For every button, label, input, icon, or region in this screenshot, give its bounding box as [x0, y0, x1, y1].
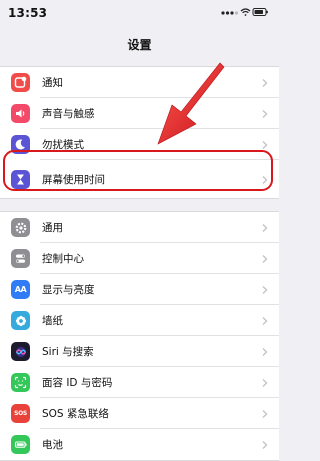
sounds-icon: [11, 104, 30, 123]
settings-row-label: 通知: [42, 77, 63, 89]
settings-row-label: 显示与亮度: [42, 284, 95, 296]
settings-row-label: 控制中心: [42, 253, 84, 265]
settings-group-2: 通用 控制中心 AA 显示与亮度 墙纸 Siri 与搜索 面容 ID 与密码 S…: [0, 211, 279, 461]
settings-row-notifications[interactable]: 通知: [0, 67, 279, 98]
face-id-icon: [11, 373, 30, 392]
settings-row-battery[interactable]: 电池: [0, 429, 279, 460]
settings-row-face-id[interactable]: 面容 ID 与密码: [0, 367, 279, 398]
chevron-right-icon: [262, 141, 268, 149]
settings-row-general[interactable]: 通用: [0, 212, 279, 243]
settings-row-siri[interactable]: Siri 与搜索: [0, 336, 279, 367]
settings-row-label: Siri 与搜索: [42, 346, 94, 358]
notifications-icon: [11, 73, 30, 92]
settings-row-label: 墙纸: [42, 315, 63, 327]
chevron-right-icon: [262, 255, 268, 263]
gear-icon: [11, 218, 30, 237]
chevron-right-icon: [262, 410, 268, 418]
chevron-right-icon: [262, 110, 268, 118]
chevron-right-icon: [262, 286, 268, 294]
sos-icon-text: SOS: [14, 410, 27, 417]
wifi-icon: [240, 8, 251, 16]
page-title: 设置: [127, 38, 152, 52]
highlight-box: [3, 150, 273, 191]
status-bar: 13:53: [0, 0, 279, 26]
control-center-icon: [11, 249, 30, 268]
settings-row-emergency-sos[interactable]: SOS SOS 紧急联络: [0, 398, 279, 429]
settings-row-wallpaper[interactable]: 墙纸: [0, 305, 279, 336]
display-icon-text: AA: [14, 285, 27, 294]
settings-row-label: 电池: [42, 439, 63, 451]
chevron-right-icon: [262, 317, 268, 325]
siri-icon: [11, 342, 30, 361]
display-icon: AA: [11, 280, 30, 299]
settings-row-label: 通用: [42, 222, 63, 234]
settings-row-sounds[interactable]: 声音与触感: [0, 98, 279, 129]
chevron-right-icon: [262, 379, 268, 387]
signal-icon: [221, 11, 239, 15]
settings-row-control-center[interactable]: 控制中心: [0, 243, 279, 274]
chevron-right-icon: [262, 79, 268, 87]
battery-status-icon: [252, 8, 268, 16]
settings-row-display[interactable]: AA 显示与亮度: [0, 274, 279, 305]
settings-row-label: SOS 紧急联络: [42, 408, 109, 420]
status-time: 13:53: [8, 6, 48, 20]
chevron-right-icon: [262, 441, 268, 449]
settings-row-label: 面容 ID 与密码: [42, 377, 113, 389]
wallpaper-icon: [11, 311, 30, 330]
sos-icon: SOS: [11, 404, 30, 423]
chevron-right-icon: [262, 224, 268, 232]
battery-icon: [11, 435, 30, 454]
status-icons: [221, 8, 268, 16]
settings-row-label: 声音与触感: [42, 108, 95, 120]
red-arrow-icon: [157, 62, 225, 145]
chevron-right-icon: [262, 348, 268, 356]
